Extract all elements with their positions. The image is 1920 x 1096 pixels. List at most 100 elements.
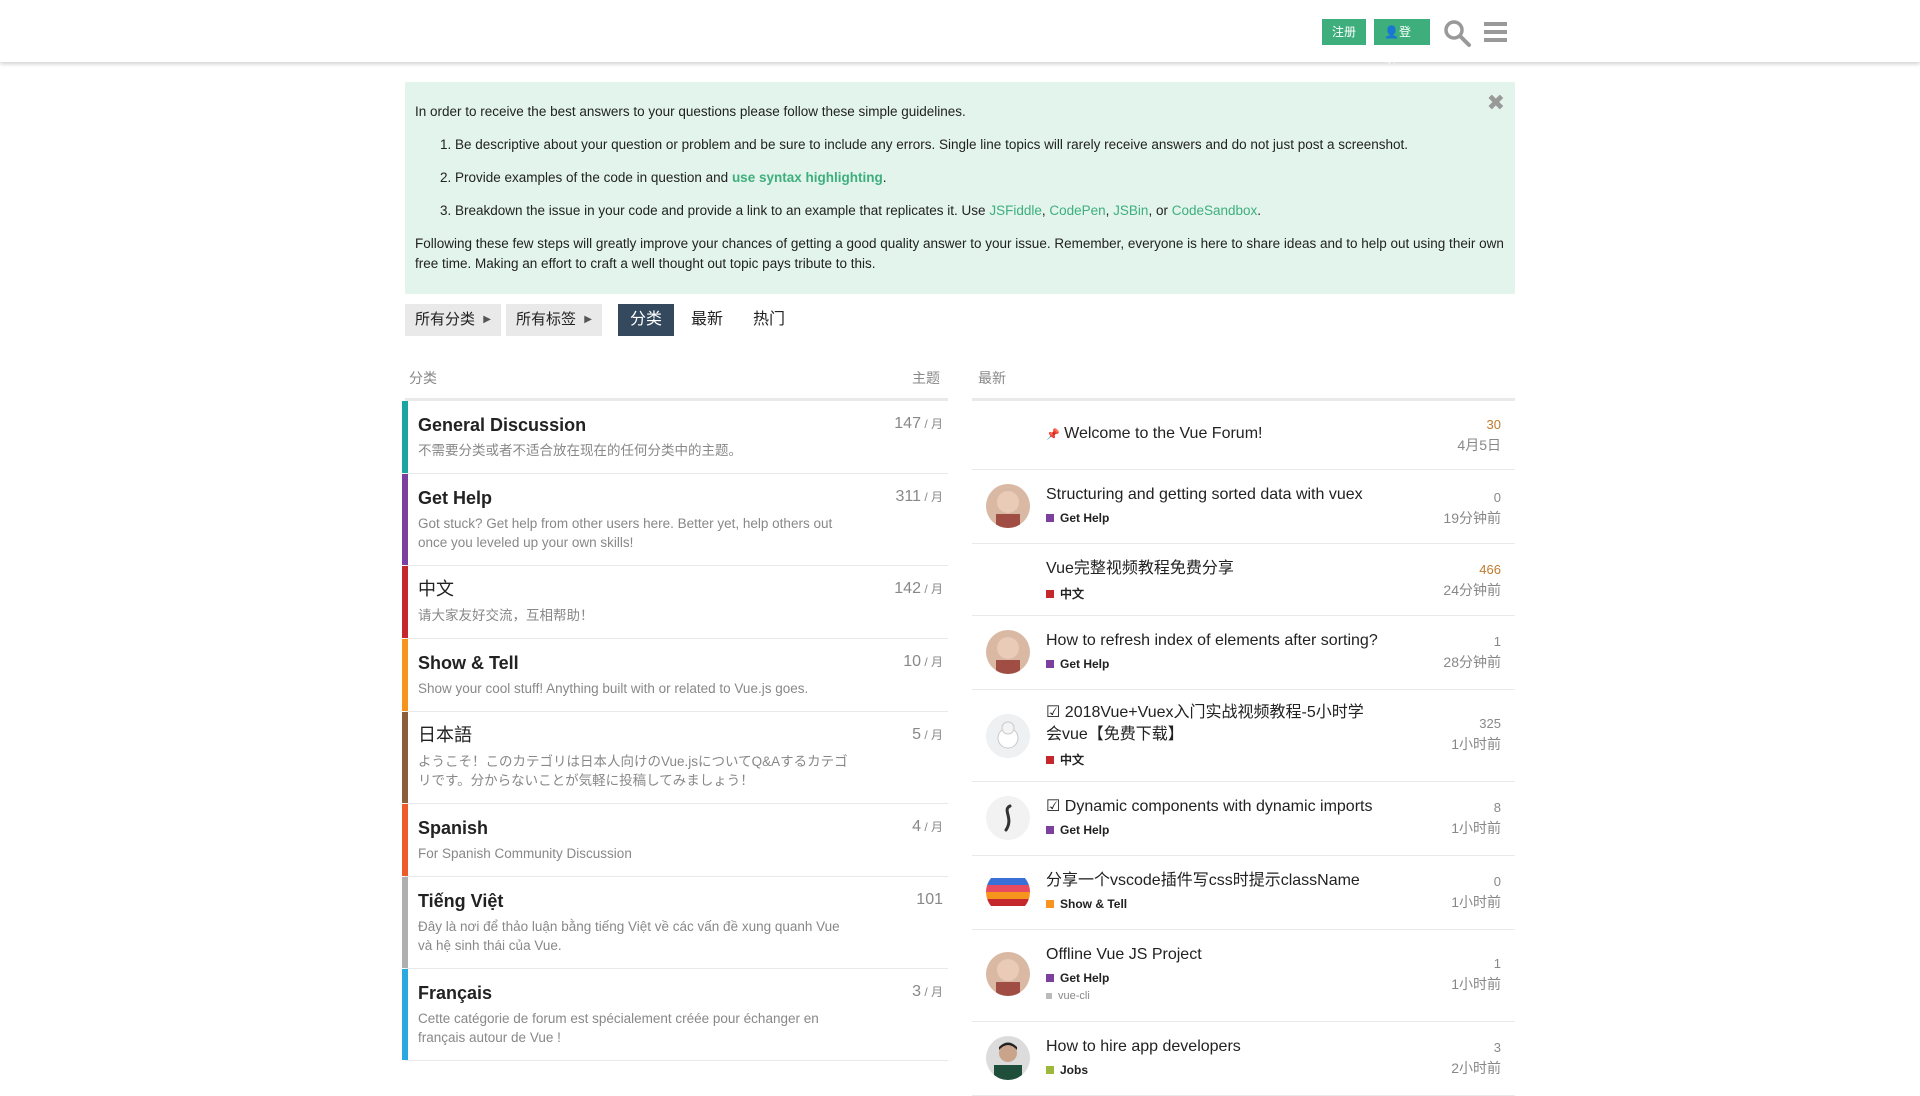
topic-last-activity[interactable]: 1小时前 xyxy=(1451,974,1501,994)
topic-category-badge[interactable]: Show & Tell xyxy=(1046,897,1127,911)
register-button[interactable]: 注册 xyxy=(1322,19,1366,45)
category-topic-count: 10 / 月 xyxy=(903,653,943,671)
jsfiddle-link[interactable]: JSFiddle xyxy=(989,203,1042,218)
avatar[interactable] xyxy=(986,1036,1030,1080)
avatar[interactable] xyxy=(986,796,1030,840)
count-value: 147 xyxy=(894,415,921,432)
category-row[interactable]: Français Cette catégorie de forum est sp… xyxy=(402,969,948,1061)
category-description: For Spanish Community Discussion xyxy=(418,846,632,861)
search-icon[interactable] xyxy=(1442,18,1472,48)
topic-category-badge[interactable]: 中文 xyxy=(1046,585,1084,602)
topic-row[interactable]: How to hire app developers Jobs 3 2小时前 xyxy=(972,1022,1515,1096)
tab-top[interactable]: 热门 xyxy=(741,304,797,336)
topic-category-badge[interactable]: Jobs xyxy=(1046,1063,1088,1077)
topic-title[interactable]: Vue完整视频教程免费分享 xyxy=(1046,558,1406,580)
category-row[interactable]: General Discussion 不需要分类或者不适合放在现在的任何分类中的… xyxy=(402,401,948,474)
topic-reply-count[interactable]: 0 xyxy=(1494,490,1501,505)
topic-title[interactable]: Structuring and getting sorted data with… xyxy=(1046,484,1406,506)
category-label: 中文 xyxy=(1060,587,1085,601)
topic-reply-count[interactable]: 1 xyxy=(1494,634,1501,649)
topic-title-text: 2018Vue+Vuex入门实战视频教程-5小时学会vue【免费下载】 xyxy=(1046,704,1364,743)
category-description: 请大家友好交流，互相帮助！ xyxy=(418,608,594,623)
category-name[interactable]: 日本語 xyxy=(418,724,948,748)
category-name[interactable]: Spanish xyxy=(418,816,948,840)
topic-row[interactable]: 📌 Welcome to the Vue Forum! 30 4月5日 xyxy=(972,401,1515,470)
topic-row[interactable]: How to refresh index of elements after s… xyxy=(972,616,1515,690)
topic-title[interactable]: How to refresh index of elements after s… xyxy=(1046,630,1406,652)
topic-tag[interactable]: vue-cli xyxy=(1046,990,1090,1002)
main-content: ✖ In order to receive the best answers t… xyxy=(402,82,1515,1096)
topic-last-activity[interactable]: 19分钟前 xyxy=(1443,508,1501,528)
guideline-text: . xyxy=(882,170,887,185)
topic-reply-count[interactable]: 30 xyxy=(1487,417,1501,432)
topic-reply-count[interactable]: 0 xyxy=(1494,874,1501,889)
topic-title[interactable]: 分享一个vscode插件写css时提示className xyxy=(1046,870,1406,892)
topic-reply-count[interactable]: 8 xyxy=(1494,800,1501,815)
topic-row[interactable]: ☑ Dynamic components with dynamic import… xyxy=(972,782,1515,856)
hamburger-menu-icon[interactable] xyxy=(1482,18,1512,48)
count-period: / 月 xyxy=(920,820,943,834)
category-name[interactable]: 中文 xyxy=(418,578,948,602)
topic-category-badge[interactable]: Get Help xyxy=(1046,971,1109,985)
syntax-highlighting-link[interactable]: use syntax highlighting xyxy=(732,170,883,185)
category-description: ようこそ！このカテゴリは日本人向けのVue.jsについてQ&Aするカテゴリです。… xyxy=(418,754,848,788)
topic-row[interactable]: Offline Vue JS Project Get Help vue-cli … xyxy=(972,930,1515,1022)
category-row[interactable]: Spanish For Spanish Community Discussion… xyxy=(402,804,948,877)
category-name[interactable]: General Discussion xyxy=(418,413,948,437)
all-categories-dropdown[interactable]: 所有分类 ▶ xyxy=(405,304,501,336)
count-period: / 月 xyxy=(920,417,943,431)
category-row[interactable]: Get Help Got stuck? Get help from other … xyxy=(402,474,948,566)
topic-last-activity[interactable]: 4月5日 xyxy=(1457,435,1501,455)
category-color-swatch xyxy=(1046,826,1054,834)
topic-title[interactable]: Offline Vue JS Project xyxy=(1046,944,1406,966)
category-row[interactable]: 中文 请大家友好交流，互相帮助！ 142 / 月 xyxy=(402,566,948,639)
category-row[interactable]: Show & Tell Show your cool stuff! Anythi… xyxy=(402,639,948,712)
topic-reply-count[interactable]: 466 xyxy=(1479,562,1501,577)
topic-reply-count[interactable]: 3 xyxy=(1494,1040,1501,1055)
topic-last-activity[interactable]: 1小时前 xyxy=(1451,892,1501,912)
tab-categories[interactable]: 分类 xyxy=(618,304,675,336)
topic-title[interactable]: ☑ 2018Vue+Vuex入门实战视频教程-5小时学会vue【免费下载】 xyxy=(1046,702,1376,746)
avatar[interactable] xyxy=(986,484,1030,528)
topic-reply-count[interactable]: 1 xyxy=(1494,956,1501,971)
category-name[interactable]: Français xyxy=(418,981,948,1005)
topic-row[interactable]: Vue完整视频教程免费分享 中文 466 24分钟前 xyxy=(972,544,1515,616)
topic-last-activity[interactable]: 1小时前 xyxy=(1451,734,1501,754)
topic-title[interactable]: ☑ Dynamic components with dynamic import… xyxy=(1046,796,1406,818)
topic-last-activity[interactable]: 1小时前 xyxy=(1451,818,1501,838)
dropdown-label: 所有标签 xyxy=(516,311,577,328)
categories-list: General Discussion 不需要分类或者不适合放在现在的任何分类中的… xyxy=(402,398,948,1061)
topic-last-activity[interactable]: 24分钟前 xyxy=(1443,580,1501,600)
codesandbox-link[interactable]: CodeSandbox xyxy=(1172,203,1258,218)
topic-row[interactable]: ☑ 2018Vue+Vuex入门实战视频教程-5小时学会vue【免费下载】 中文… xyxy=(972,690,1515,782)
topic-category-badge[interactable]: Get Help xyxy=(1046,511,1109,525)
topic-row[interactable]: Structuring and getting sorted data with… xyxy=(972,470,1515,544)
topic-last-activity[interactable]: 28分钟前 xyxy=(1443,652,1501,672)
avatar[interactable] xyxy=(986,870,1030,914)
login-button[interactable]: 👤登录 xyxy=(1374,19,1430,65)
tag-swatch xyxy=(1046,993,1052,999)
topic-category-badge[interactable]: 中文 xyxy=(1046,751,1084,768)
avatar[interactable] xyxy=(986,952,1030,996)
avatar[interactable] xyxy=(986,714,1030,758)
category-name[interactable]: Tiếng Việt xyxy=(418,889,948,913)
category-name[interactable]: Show & Tell xyxy=(418,651,948,675)
topic-title[interactable]: 📌 Welcome to the Vue Forum! xyxy=(1046,423,1406,446)
navigation-bar: 所有分类 ▶ 所有标签 ▶ 分类 最新 热门 xyxy=(405,304,1515,336)
category-row[interactable]: 日本語 ようこそ！このカテゴリは日本人向けのVue.jsについてQ&Aするカテゴ… xyxy=(402,712,948,804)
topic-row[interactable]: 分享一个vscode插件写css时提示className Show & Tell… xyxy=(972,856,1515,930)
codepen-link[interactable]: CodePen xyxy=(1049,203,1105,218)
topic-category-badge[interactable]: Get Help xyxy=(1046,823,1109,837)
topic-reply-count[interactable]: 325 xyxy=(1479,716,1501,731)
tab-latest[interactable]: 最新 xyxy=(679,304,735,336)
all-tags-dropdown[interactable]: 所有标签 ▶ xyxy=(506,304,602,336)
topic-title[interactable]: How to hire app developers xyxy=(1046,1036,1406,1058)
jsbin-link[interactable]: JSBin xyxy=(1113,203,1148,218)
category-name[interactable]: Get Help xyxy=(418,486,948,510)
topic-category-badge[interactable]: Get Help xyxy=(1046,657,1109,671)
count-period: / 月 xyxy=(920,582,943,596)
avatar[interactable] xyxy=(986,630,1030,674)
close-icon[interactable]: ✖ xyxy=(1487,92,1505,114)
category-row[interactable]: Tiếng Việt Đây là nơi để thảo luận bằng … xyxy=(402,877,948,969)
topic-last-activity[interactable]: 2小时前 xyxy=(1451,1058,1501,1078)
